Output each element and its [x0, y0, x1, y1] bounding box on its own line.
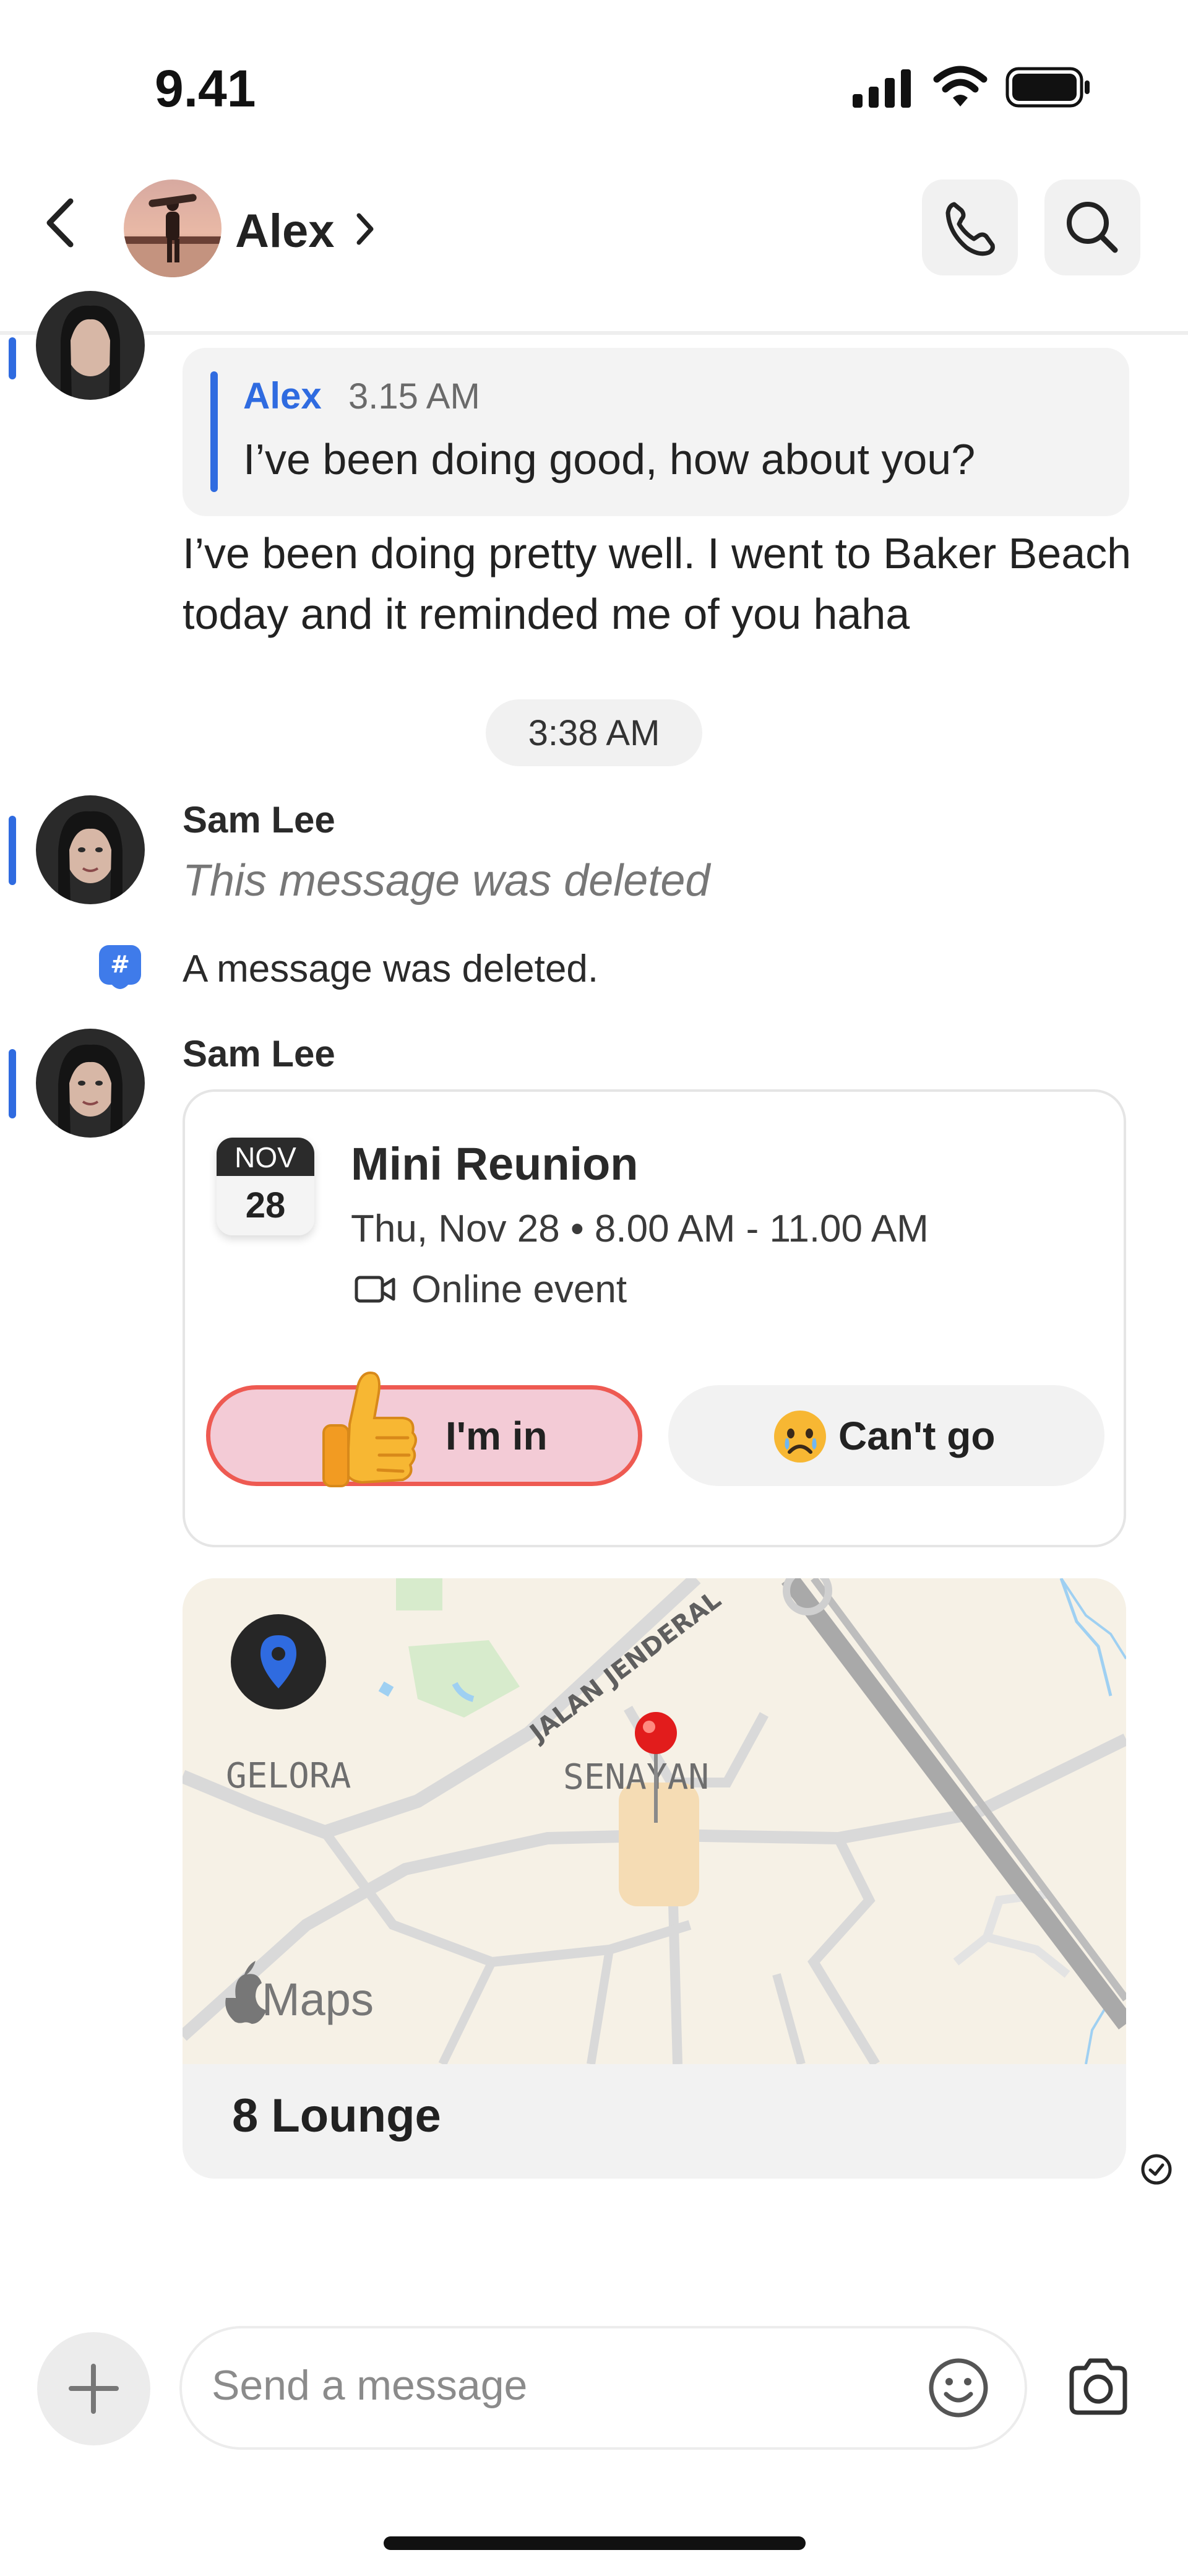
- svg-text:Maps: Maps: [262, 1974, 374, 2025]
- wifi-icon: [933, 66, 988, 106]
- battery-icon: [1005, 67, 1090, 108]
- map-preview[interactable]: GELORA SENAYAN JALAN JENDERAL Maps: [183, 1578, 1126, 2064]
- phone-icon: [945, 202, 995, 256]
- camera-icon[interactable]: [1065, 2356, 1131, 2418]
- search-icon: [1067, 202, 1118, 253]
- call-button[interactable]: [922, 179, 1018, 275]
- rsvp-yes-label: I'm in: [446, 1414, 548, 1458]
- sender-name: Sam Lee: [183, 1033, 335, 1074]
- calendar-date-badge: NOV 28: [217, 1138, 314, 1235]
- event-type: Online event: [411, 1268, 627, 1311]
- quoted-message[interactable]: [183, 348, 1129, 516]
- event-datetime: Thu, Nov 28 • 8.00 AM - 11.00 AM: [351, 1208, 929, 1250]
- rsvp-no-label: Can't go: [838, 1414, 996, 1458]
- system-notice: A message was deleted.: [183, 948, 599, 990]
- header-divider: [0, 331, 1188, 335]
- unread-indicator: [9, 816, 16, 885]
- event-day: 28: [217, 1176, 314, 1235]
- thumbs-up-icon: [322, 1372, 417, 1487]
- status-time: 9.41: [155, 59, 256, 118]
- unread-indicator: [9, 337, 16, 379]
- plus-icon: [69, 2364, 119, 2414]
- emoji-icon[interactable]: [926, 2356, 991, 2420]
- event-month: NOV: [217, 1138, 314, 1176]
- sender-name: Sam Lee: [183, 799, 335, 841]
- deleted-message-text: This message was deleted: [183, 856, 710, 905]
- contact-name[interactable]: Alex: [235, 204, 335, 258]
- chevron-right-icon[interactable]: [353, 210, 377, 248]
- avatar[interactable]: [36, 795, 145, 904]
- quoted-author: Alex: [243, 375, 322, 417]
- map-label-gelora: GELORA: [226, 1756, 351, 1796]
- map-label-senayan: SENAYAN: [563, 1757, 709, 1797]
- location-pin-icon: [231, 1614, 326, 1709]
- add-attachment-button[interactable]: [37, 2332, 150, 2445]
- avatar[interactable]: [36, 1029, 145, 1138]
- quoted-time: 3.15 AM: [348, 376, 480, 417]
- video-camera-icon: [355, 1276, 395, 1303]
- avatar[interactable]: [36, 291, 145, 400]
- unread-indicator: [9, 1049, 16, 1118]
- rsvp-yes-button[interactable]: [206, 1385, 642, 1486]
- cellular-signal-icon: [853, 69, 911, 108]
- read-receipt-icon: [1141, 2154, 1172, 2185]
- sad-face-icon: [774, 1411, 826, 1463]
- svg-text:#: #: [110, 951, 130, 978]
- quoted-text: I’ve been doing good, how about you?: [243, 435, 976, 483]
- groupme-bot-icon: #: [99, 945, 141, 989]
- place-name: 8 Lounge: [232, 2090, 441, 2142]
- home-indicator: [384, 2536, 806, 2550]
- timestamp-divider: 3:38 AM: [486, 699, 702, 766]
- message-text: I’ve been doing pretty well. I went to B…: [183, 529, 1132, 638]
- quote-bar: [210, 371, 218, 492]
- search-button[interactable]: [1044, 179, 1140, 275]
- contact-avatar[interactable]: [124, 179, 222, 277]
- back-icon[interactable]: [38, 195, 82, 251]
- message-input-placeholder: Send a message: [212, 2362, 528, 2409]
- event-title: Mini Reunion: [351, 1138, 639, 1190]
